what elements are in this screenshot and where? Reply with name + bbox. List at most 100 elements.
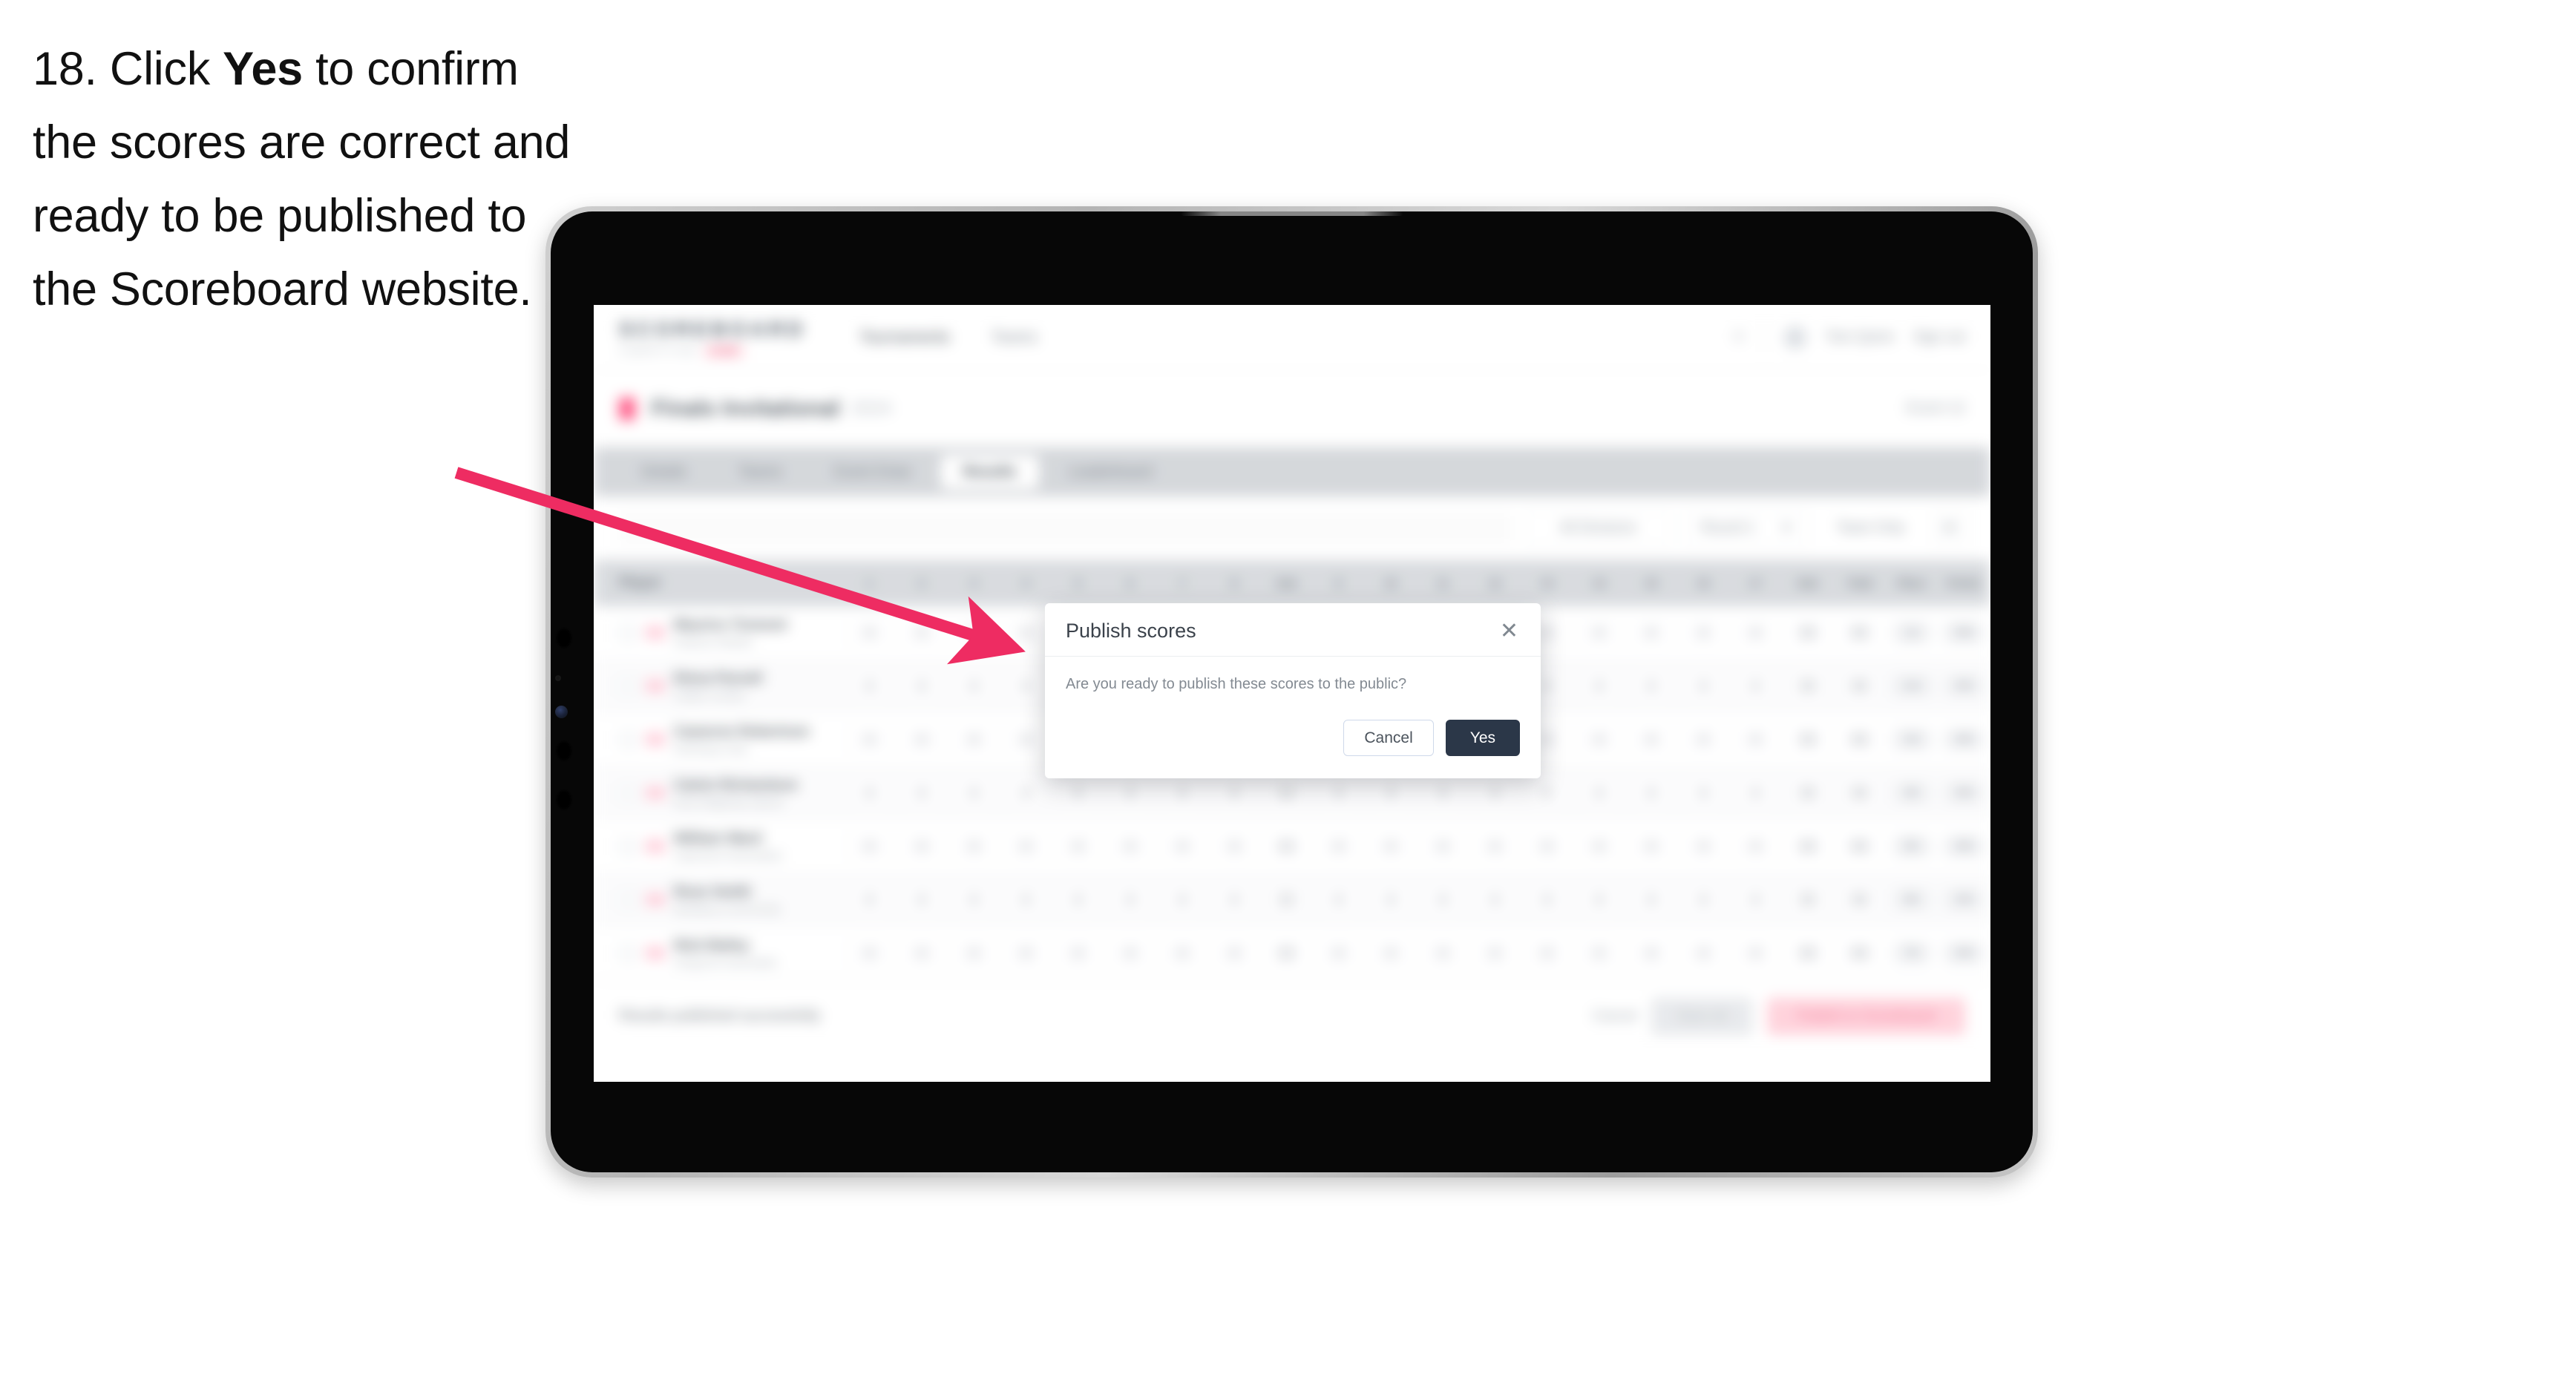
close-icon[interactable]: ✕ [1498,620,1520,643]
score-cell[interactable]: 4 [895,606,948,660]
score-cell[interactable]: 4 [1677,712,1730,766]
score-cell[interactable]: 32 [1260,926,1313,980]
score-cell[interactable]: 4 [1364,873,1418,927]
score-cell[interactable]: 4 [895,819,948,873]
score-cell[interactable]: 4 [895,873,948,927]
score-cell[interactable]: 36 [1781,766,1835,820]
score-cell[interactable]: 4 [1625,819,1678,873]
score-cell[interactable]: 4 [1625,873,1678,927]
tab-results[interactable]: Results [940,454,1039,490]
score-cell[interactable]: 4 [1208,819,1261,873]
score-cell[interactable]: 4 [1000,819,1052,873]
score-cell[interactable]: 4 [1625,606,1678,660]
score-cell[interactable]: 4 [843,873,897,927]
tab-event-draw[interactable]: Event Draw [812,455,933,490]
score-cell[interactable]: 4 [1364,819,1418,873]
score-cell[interactable]: 4 [1416,819,1469,873]
search-input[interactable] [619,510,1513,545]
yes-button[interactable]: Yes [1445,720,1520,756]
score-cell[interactable]: 4 [1052,819,1105,873]
score-cell[interactable]: 4 [1000,712,1052,766]
score-cell[interactable]: 4 [1729,712,1782,766]
score-cell[interactable]: 4 [947,766,1000,820]
sign-out-link[interactable]: Sign out [1913,329,1965,346]
settings-icon[interactable]: ⚙ [1934,512,1965,544]
row-checkbox[interactable] [619,730,637,749]
score-cell[interactable]: 4 [1729,659,1782,713]
score-cell[interactable]: 4 [1677,819,1730,873]
score-cell[interactable]: 4 [1104,819,1157,873]
score-cell[interactable]: 4 [1625,766,1678,820]
score-cell[interactable]: 4 [1000,766,1052,820]
score-cell[interactable]: 36 [1781,819,1835,873]
score-cell[interactable]: 32 [1260,873,1313,927]
score-cell[interactable]: 32 [1260,819,1313,873]
user-name[interactable]: Tom Quinn [1826,329,1894,346]
score-cell[interactable]: 68 [1833,659,1887,713]
score-cell[interactable]: 68 [1833,873,1887,927]
score-cell[interactable]: 4 [1104,873,1157,927]
score-cell[interactable]: 4 [947,659,1000,713]
score-cell[interactable]: 4 [1729,766,1782,820]
row-checkbox[interactable] [619,784,637,802]
score-cell[interactable]: 4 [1208,873,1261,927]
score-cell[interactable]: 4 [1000,873,1052,927]
score-cell[interactable]: 4 [1469,873,1521,927]
nav-item-tournaments[interactable]: Tournaments [859,329,949,346]
score-cell[interactable]: 4 [1677,659,1730,713]
brand-logo[interactable]: SCOREBOARD COMPETITION LIVE [619,318,806,357]
score-cell[interactable]: 4 [895,659,948,713]
nav-item-teams[interactable]: Teams [992,329,1038,346]
score-cell[interactable]: 4 [895,766,948,820]
score-cell[interactable]: 4 [1625,926,1678,980]
score-cell[interactable]: 4 [1521,926,1574,980]
round-select[interactable]: Round 1 ▾ [1684,510,1808,546]
score-cell[interactable]: 4 [1156,926,1209,980]
score-cell[interactable]: 4 [1677,873,1730,927]
table-row[interactable]: William Ward Lakemoor Association 4 4 4 4 4 4 4 4… [594,819,1990,873]
score-cell[interactable]: 4 [947,926,1000,980]
score-cell[interactable]: 4 [1156,819,1209,873]
score-cell[interactable]: 4 [1573,819,1626,873]
score-cell[interactable]: 36 [1781,873,1835,927]
score-cell[interactable]: 4 [1364,926,1418,980]
score-cell[interactable]: 4 [843,606,897,660]
score-cell[interactable]: 4 [947,873,1000,927]
score-cell[interactable]: 4 [1729,926,1782,980]
row-checkbox[interactable] [619,623,637,642]
score-cell[interactable]: 4 [1000,926,1052,980]
score-cell[interactable]: 4 [1625,659,1678,713]
score-cell[interactable]: 4 [947,819,1000,873]
score-cell[interactable]: 4 [1156,873,1209,927]
score-cell[interactable]: 4 [1416,926,1469,980]
volume-down-button[interactable] [555,740,573,762]
score-cell[interactable]: 4 [1729,819,1782,873]
score-cell[interactable]: 4 [1573,712,1626,766]
score-cell[interactable]: 4 [1573,873,1626,927]
score-cell[interactable]: 4 [1573,766,1626,820]
table-row[interactable]: Nick Bailey Ashgrove Associates 4 4 4 4 4 4 4 4 32… [594,926,1990,980]
score-cell[interactable]: 4 [895,926,948,980]
cancel-button[interactable]: Cancel [1343,720,1434,756]
table-row[interactable]: Rose Smith Westbury Community 4 4 4 4 4 4 4 4 32 4 4… [594,873,1990,927]
score-cell[interactable]: 68 [1833,819,1887,873]
row-checkbox[interactable] [619,890,637,909]
score-cell[interactable]: 4 [843,712,897,766]
score-cell[interactable]: 68 [1833,766,1887,820]
score-cell[interactable]: 4 [1312,873,1366,927]
score-cell[interactable]: 36 [1781,606,1835,660]
score-cell[interactable]: 4 [1625,712,1678,766]
score-cell[interactable]: 4 [843,926,897,980]
volume-up-button[interactable] [555,627,573,649]
score-cell[interactable]: 4 [1677,766,1730,820]
score-cell[interactable]: 4 [1677,926,1730,980]
row-checkbox[interactable] [619,677,637,695]
score-cell[interactable]: 4 [1677,606,1730,660]
publish-to-scoreboard-button[interactable]: Publish to Scoreboard [1767,997,1965,1035]
score-cell[interactable]: 4 [1573,926,1626,980]
score-cell[interactable]: 4 [1312,819,1366,873]
score-cell[interactable]: 4 [1000,659,1052,713]
save-all-button[interactable]: Save all [1651,997,1753,1035]
score-cell[interactable]: 68 [1833,606,1887,660]
score-cell[interactable]: 4 [895,712,948,766]
